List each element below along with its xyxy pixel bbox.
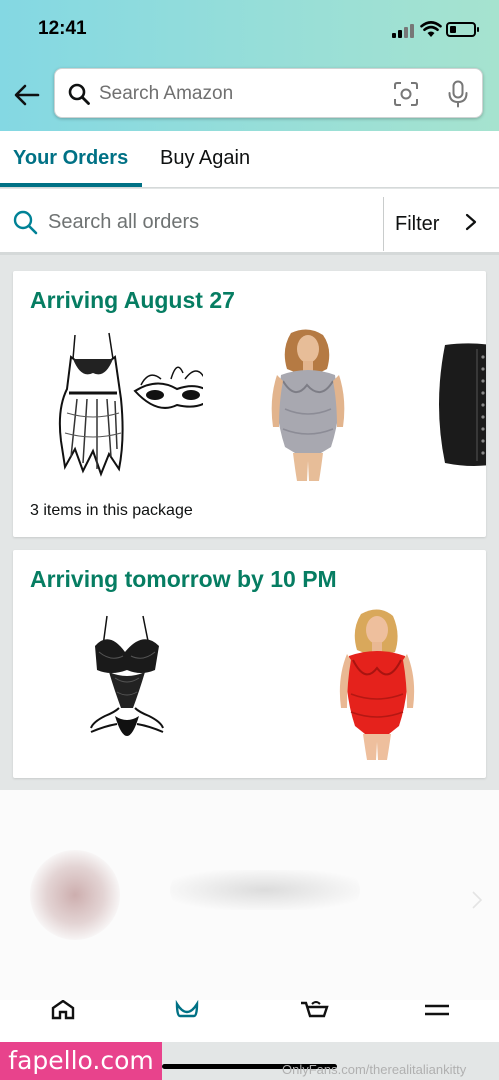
filter-button[interactable]: Filter — [395, 213, 439, 236]
orders-tabs: Your Orders Buy Again — [0, 131, 499, 188]
status-time: 12:41 — [38, 18, 87, 39]
search-input[interactable] — [99, 79, 379, 109]
account-icon[interactable] — [172, 1000, 202, 1022]
active-tab-indicator — [0, 183, 142, 187]
camera-scan-icon[interactable] — [393, 81, 419, 107]
lace-babydoll-and-mask-image[interactable] — [53, 329, 203, 479]
watermark-logo: fapello.com — [0, 1042, 162, 1080]
arrival-date: Arriving tomorrow by 10 PM — [30, 566, 337, 592]
search-icon — [13, 210, 38, 235]
black-waist-trainer-image[interactable] — [425, 341, 486, 469]
wifi-icon — [420, 21, 442, 37]
blurred-content-overlay — [0, 790, 499, 1000]
order-search-bar: Filter — [0, 189, 499, 255]
watermark-text: OnlyFans.com/therealitaliankitty — [282, 1062, 467, 1077]
chevron-right-icon[interactable] — [464, 213, 478, 231]
arrival-date: Arriving August 27 — [30, 287, 235, 313]
search-orders-input[interactable] — [48, 207, 368, 237]
blurred-thumbnail — [30, 850, 120, 940]
package-item-count: 3 items in this package — [30, 502, 193, 519]
status-bar: 12:41 — [0, 18, 499, 44]
order-card[interactable]: Arriving August 27 3 items in this packa… — [13, 271, 486, 537]
cart-icon[interactable] — [300, 1000, 330, 1022]
filter-divider — [383, 197, 384, 251]
tab-buy-again[interactable]: Buy Again — [160, 147, 250, 170]
order-card[interactable]: Arriving tomorrow by 10 PM — [13, 550, 486, 778]
search-icon — [68, 83, 90, 105]
red-lace-bodysuit-image[interactable] — [327, 608, 427, 760]
blurred-text — [170, 870, 360, 910]
black-lace-teddy-image[interactable] — [85, 612, 169, 756]
microphone-icon[interactable] — [447, 80, 469, 108]
bottom-nav-bar — [0, 1000, 499, 1042]
battery-icon — [446, 22, 479, 37]
back-arrow-icon[interactable] — [13, 82, 41, 108]
cellular-signal-icon — [392, 24, 414, 38]
app-header: 12:41 — [0, 0, 499, 131]
menu-icon[interactable] — [422, 1000, 452, 1022]
grey-lace-bodysuit-image[interactable] — [263, 329, 353, 481]
home-icon[interactable] — [48, 1000, 78, 1022]
amazon-search-bar[interactable] — [54, 68, 483, 118]
chevron-right-icon — [472, 891, 483, 909]
tab-your-orders[interactable]: Your Orders — [13, 147, 128, 170]
